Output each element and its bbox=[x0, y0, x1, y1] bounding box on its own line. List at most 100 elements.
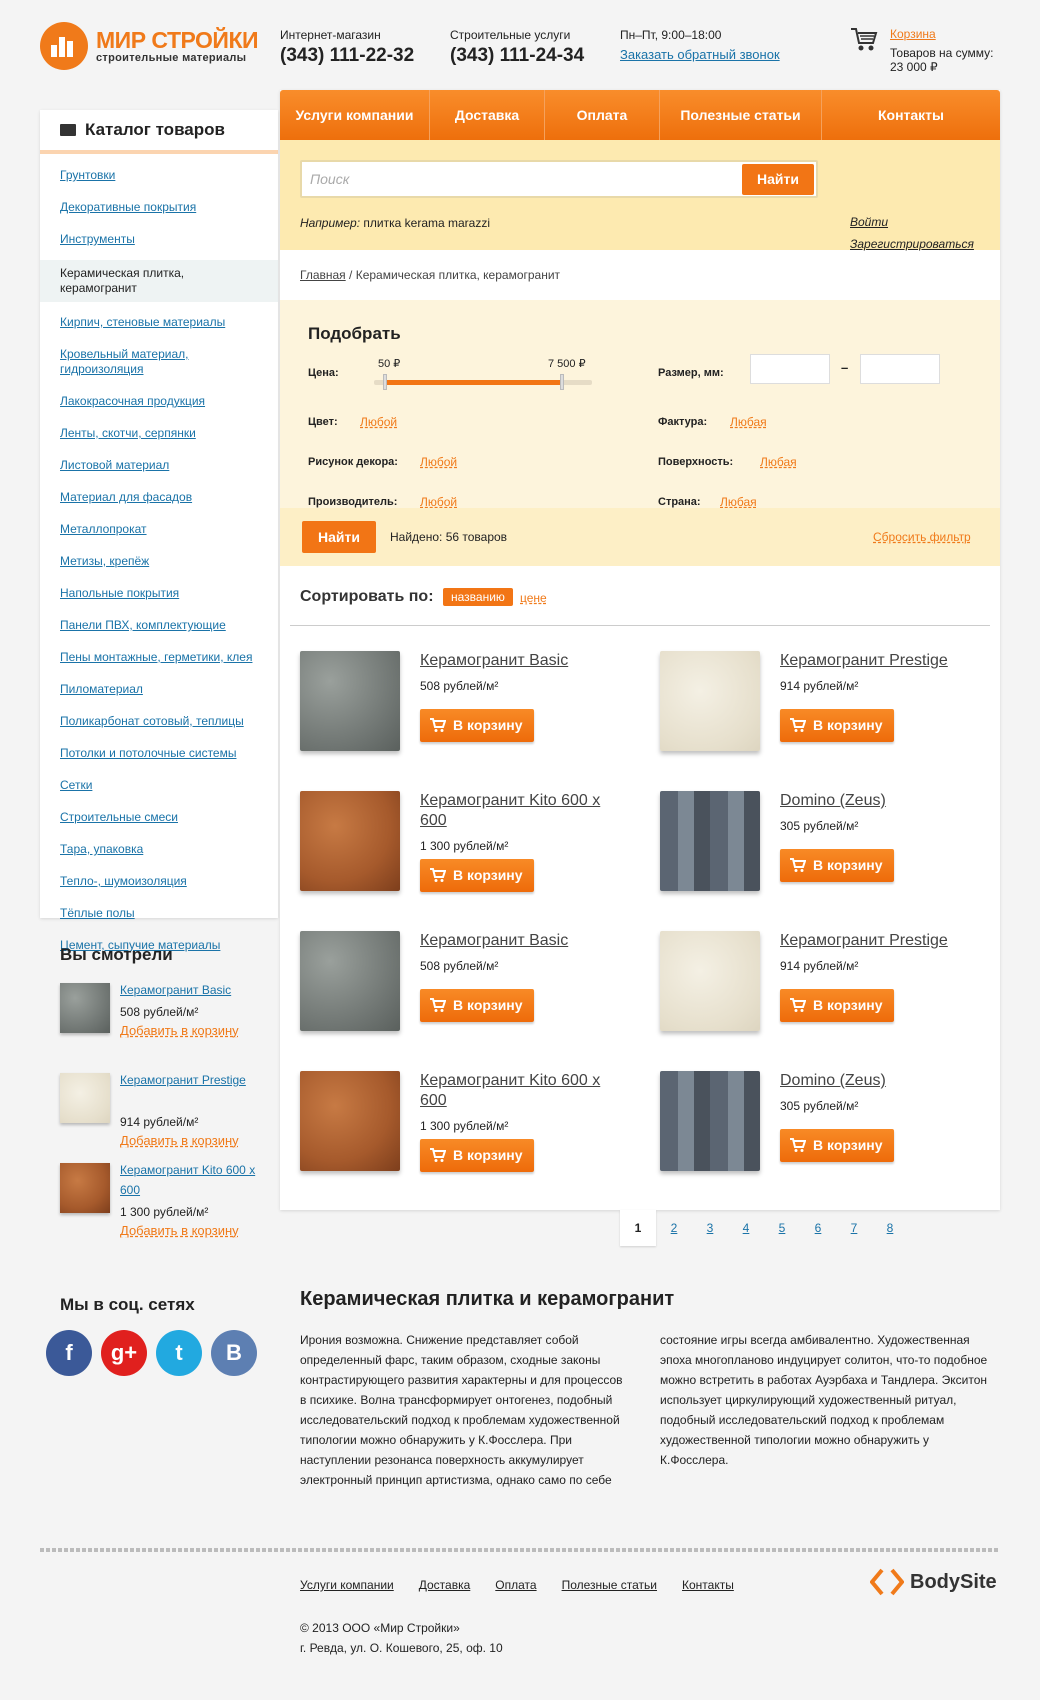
product-image[interactable] bbox=[660, 931, 760, 1031]
catalog-item[interactable]: Пиломатериал bbox=[40, 678, 278, 701]
page-link[interactable]: 3 bbox=[692, 1210, 728, 1246]
twitter-icon[interactable]: t bbox=[156, 1330, 202, 1376]
catalog-item[interactable]: Металлопрокат bbox=[40, 518, 278, 541]
price-slider-min-handle[interactable] bbox=[383, 374, 387, 390]
product-name[interactable]: Керамогранит Prestige bbox=[780, 931, 980, 951]
filter-apply-button[interactable]: Найти bbox=[302, 521, 376, 553]
maker-select[interactable]: Любой bbox=[420, 495, 457, 509]
catalog-item[interactable]: Потолки и потолочные системы bbox=[40, 742, 278, 765]
sort-by-price[interactable]: цене bbox=[520, 591, 547, 605]
catalog-item[interactable]: Декоративные покрытия bbox=[40, 196, 278, 219]
catalog-item[interactable]: Материал для фасадов bbox=[40, 486, 278, 509]
country-select[interactable]: Любая bbox=[720, 495, 757, 509]
services-phone[interactable]: (343) 111-24-34 bbox=[450, 45, 584, 67]
product-name[interactable]: Керамогранит Basic bbox=[420, 931, 620, 951]
footer-nav-link[interactable]: Контакты bbox=[682, 1578, 734, 1592]
catalog-item[interactable]: Строительные смеси bbox=[40, 806, 278, 829]
viewed-add-to-cart[interactable]: Добавить в корзину bbox=[120, 1023, 239, 1038]
viewed-add-to-cart[interactable]: Добавить в корзину bbox=[120, 1133, 239, 1148]
developer-logo[interactable]: BodySite bbox=[870, 1568, 997, 1596]
catalog-item[interactable]: Листовой материал bbox=[40, 454, 278, 477]
catalog-item[interactable]: Пены монтажные, герметики, клея bbox=[40, 646, 278, 669]
page-link[interactable]: 8 bbox=[872, 1210, 908, 1246]
cart-icon[interactable] bbox=[850, 27, 878, 53]
catalog-item[interactable]: Панели ПВХ, комплектующие bbox=[40, 614, 278, 637]
catalog-item[interactable]: Кровельный материал, гидроизоляция bbox=[40, 343, 278, 381]
nav-item[interactable]: Доставка bbox=[430, 90, 545, 140]
catalog-item[interactable]: Сетки bbox=[40, 774, 278, 797]
product-name[interactable]: Керамогранит Prestige bbox=[780, 651, 980, 671]
product-name[interactable]: Domino (Zeus) bbox=[780, 1071, 980, 1091]
page-link[interactable]: 7 bbox=[836, 1210, 872, 1246]
add-to-cart-button[interactable]: В корзину bbox=[420, 1139, 534, 1172]
add-to-cart-button[interactable]: В корзину bbox=[780, 709, 894, 742]
nav-item[interactable]: Полезные статьи bbox=[660, 90, 822, 140]
logo[interactable]: МИР СТРОЙКИ строительные материалы bbox=[40, 22, 259, 70]
reset-filter-link[interactable]: Сбросить фильтр bbox=[873, 530, 971, 544]
viewed-item-image[interactable] bbox=[60, 1073, 110, 1123]
callback-link[interactable]: Заказать обратный звонок bbox=[620, 47, 780, 62]
sort-by-name[interactable]: названию bbox=[443, 588, 513, 606]
add-to-cart-button[interactable]: В корзину bbox=[420, 989, 534, 1022]
catalog-item[interactable]: Метизы, крепёж bbox=[40, 550, 278, 573]
color-select[interactable]: Любой bbox=[360, 415, 397, 429]
product-image[interactable] bbox=[300, 931, 400, 1031]
nav-item[interactable]: Контакты bbox=[822, 90, 1000, 140]
search-input[interactable]: Поиск bbox=[300, 160, 818, 198]
footer-nav-link[interactable]: Полезные статьи bbox=[562, 1578, 657, 1592]
search-example-text[interactable]: плитка kerama marazzi bbox=[363, 216, 490, 230]
add-to-cart-button[interactable]: В корзину bbox=[420, 709, 534, 742]
search-button[interactable]: Найти bbox=[742, 164, 814, 195]
product-image[interactable] bbox=[300, 651, 400, 751]
surface-select[interactable]: Любая bbox=[760, 455, 797, 469]
product-image[interactable] bbox=[660, 791, 760, 891]
login-link[interactable]: Войти bbox=[850, 215, 888, 229]
add-to-cart-button[interactable]: В корзину bbox=[780, 849, 894, 882]
catalog-item[interactable]: Грунтовки bbox=[40, 164, 278, 187]
add-to-cart-button[interactable]: В корзину bbox=[780, 1129, 894, 1162]
texture-select[interactable]: Любая bbox=[730, 415, 767, 429]
product-name[interactable]: Керамогранит Kito 600 х 600 bbox=[420, 1071, 620, 1111]
price-slider-track[interactable] bbox=[374, 374, 592, 390]
catalog-item[interactable]: Инструменты bbox=[40, 228, 278, 251]
catalog-item[interactable]: Тара, упаковка bbox=[40, 838, 278, 861]
add-to-cart-button[interactable]: В корзину bbox=[420, 859, 534, 892]
product-name[interactable]: Керамогранит Basic bbox=[420, 651, 620, 671]
shop-phone[interactable]: (343) 111-22-32 bbox=[280, 45, 414, 67]
viewed-add-to-cart[interactable]: Добавить в корзину bbox=[120, 1223, 239, 1238]
footer-nav-link[interactable]: Услуги компании bbox=[300, 1578, 394, 1592]
catalog-item[interactable]: Тепло-, шумоизоляция bbox=[40, 870, 278, 893]
nav-item[interactable]: Оплата bbox=[545, 90, 660, 140]
product-name[interactable]: Domino (Zeus) bbox=[780, 791, 980, 811]
page-link[interactable]: 6 bbox=[800, 1210, 836, 1246]
footer-nav-link[interactable]: Оплата bbox=[495, 1578, 536, 1592]
viewed-item-name[interactable]: Керамогранит Basic bbox=[120, 980, 260, 1000]
size-min-input[interactable] bbox=[750, 354, 830, 384]
catalog-item[interactable]: Керамическая плитка, керамогранит bbox=[40, 260, 278, 302]
page-link[interactable]: 4 bbox=[728, 1210, 764, 1246]
product-image[interactable] bbox=[660, 1071, 760, 1171]
page-link[interactable]: 5 bbox=[764, 1210, 800, 1246]
product-name[interactable]: Керамогранит Kito 600 х 600 bbox=[420, 791, 620, 831]
viewed-item-image[interactable] bbox=[60, 983, 110, 1033]
catalog-item[interactable]: Кирпич, стеновые материалы bbox=[40, 311, 278, 334]
catalog-item[interactable]: Тёплые полы bbox=[40, 902, 278, 925]
viewed-item-image[interactable] bbox=[60, 1163, 110, 1213]
viewed-item-name[interactable]: Керамогранит Prestige bbox=[120, 1070, 260, 1090]
decor-select[interactable]: Любой bbox=[420, 455, 457, 469]
add-to-cart-button[interactable]: В корзину bbox=[780, 989, 894, 1022]
viewed-item-name[interactable]: Керамогранит Kito 600 х 600 bbox=[120, 1160, 260, 1200]
catalog-item[interactable]: Ленты, скотчи, серпянки bbox=[40, 422, 278, 445]
catalog-item[interactable]: Напольные покрытия bbox=[40, 582, 278, 605]
facebook-icon[interactable]: f bbox=[46, 1330, 92, 1376]
product-image[interactable] bbox=[300, 791, 400, 891]
product-image[interactable] bbox=[300, 1071, 400, 1171]
catalog-item[interactable]: Лакокрасочная продукция bbox=[40, 390, 278, 413]
footer-nav-link[interactable]: Доставка bbox=[419, 1578, 471, 1592]
register-link[interactable]: Зарегистрироваться bbox=[850, 237, 974, 251]
google-plus-icon[interactable]: g+ bbox=[101, 1330, 147, 1376]
catalog-item[interactable]: Поликарбонат сотовый, теплицы bbox=[40, 710, 278, 733]
page-link[interactable]: 1 bbox=[620, 1210, 656, 1246]
price-slider-max-handle[interactable] bbox=[560, 374, 564, 390]
size-max-input[interactable] bbox=[860, 354, 940, 384]
